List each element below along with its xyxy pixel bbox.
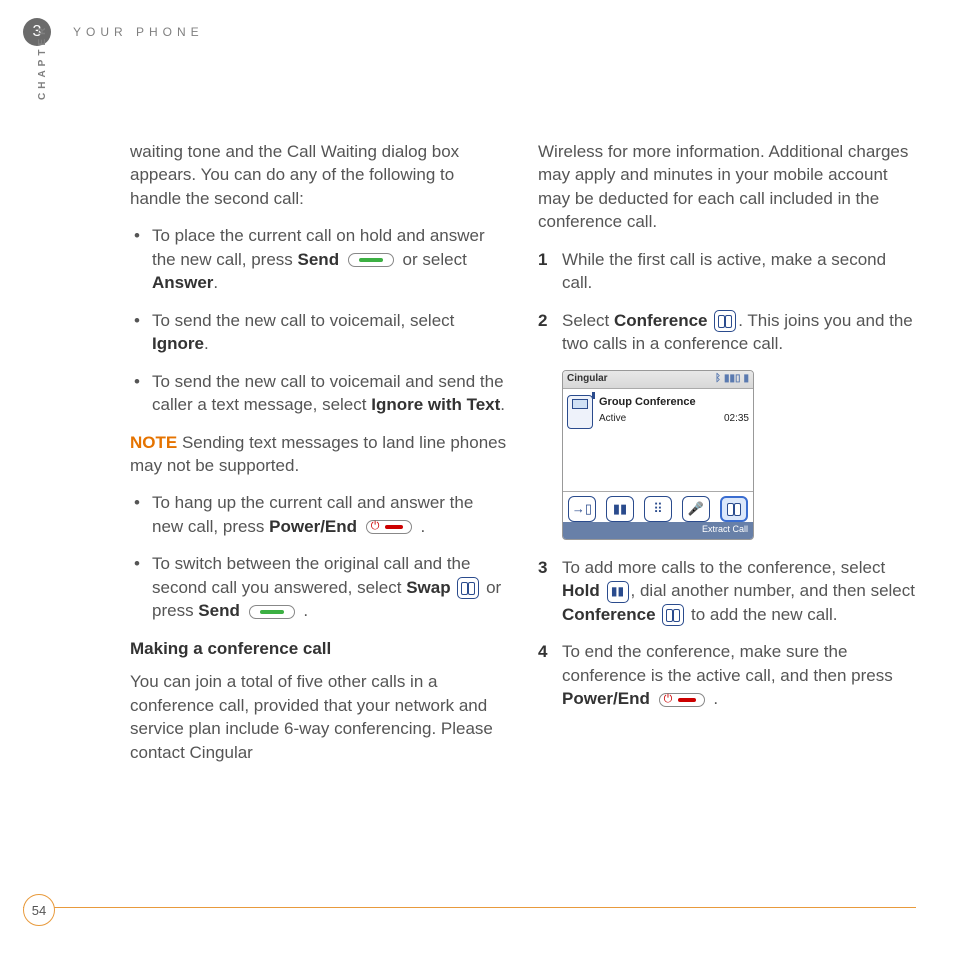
step-number: 2 — [538, 309, 547, 332]
text: , dial another number, and then select — [631, 581, 915, 600]
bold-text: Send — [198, 601, 240, 620]
list-item: To hang up the current call and answer t… — [130, 491, 508, 538]
list-item: To switch between the original call and … — [130, 552, 508, 622]
send-button-icon — [346, 252, 396, 268]
step-item: 3 To add more calls to the conference, s… — [538, 556, 916, 626]
text: . — [709, 689, 718, 708]
list-item: To send the new call to voicemail and se… — [130, 370, 508, 417]
page-number-badge: 54 — [23, 894, 55, 926]
bold-text: Send — [298, 250, 340, 269]
text: . — [416, 517, 425, 536]
text: Select — [562, 311, 614, 330]
bold-text: Ignore with Text — [371, 395, 500, 414]
text: . — [213, 273, 218, 292]
phone-body: Group Conference Active 02:35 — [563, 389, 753, 491]
running-head: YOUR PHONE — [73, 25, 204, 39]
subheading-conference: Making a conference call — [130, 637, 508, 660]
step-item: 1 While the first call is active, make a… — [538, 248, 916, 295]
text: . — [500, 395, 505, 414]
bold-text: Power/End — [562, 689, 650, 708]
bullet-list-b: To hang up the current call and answer t… — [130, 491, 508, 622]
send-button-icon — [247, 604, 297, 620]
extract-call-button[interactable] — [720, 496, 748, 522]
step-number: 4 — [538, 640, 547, 663]
call-status: Active — [599, 412, 626, 426]
step-item: 2 Select Conference . This joins you and… — [538, 309, 916, 356]
phone-titlebar: Cingular ᛒ ▮▮▯ ▮ — [563, 371, 753, 389]
bullet-list-a: To place the current call on hold and an… — [130, 224, 508, 416]
call-title: Group Conference — [599, 395, 749, 410]
call-duration: 02:35 — [724, 412, 749, 426]
power-end-button-icon — [364, 519, 414, 535]
bluetooth-icon: ᛒ — [715, 372, 721, 386]
bold-text: Swap — [406, 578, 450, 597]
note-text: Sending text messages to land line phone… — [130, 433, 506, 475]
bold-text: Power/End — [269, 517, 357, 536]
swap-button-icon — [457, 577, 479, 599]
intro-paragraph: waiting tone and the Call Waiting dialog… — [130, 140, 508, 210]
bold-text: Hold — [562, 581, 600, 600]
selected-button-caption: Extract Call — [563, 522, 753, 538]
list-item: To place the current call on hold and an… — [130, 224, 508, 294]
call-info: Group Conference Active 02:35 — [599, 395, 749, 485]
note-label: NOTE — [130, 433, 177, 452]
step-number: 1 — [538, 248, 547, 271]
page-header: 3 YOUR PHONE — [23, 18, 204, 46]
text: While the first call is active, make a s… — [562, 250, 886, 292]
hold-button[interactable]: ▮▮ — [606, 496, 634, 522]
phone-toolbar: →▯ ▮▮ ⠿ 🎤 Extract Call — [563, 491, 753, 539]
conference-intro-paragraph: You can join a total of five other calls… — [130, 670, 508, 764]
text: to add the new call. — [686, 605, 837, 624]
conference-button-icon — [714, 310, 736, 332]
text: . — [204, 334, 209, 353]
numbered-steps-cont: 3 To add more calls to the conference, s… — [538, 556, 916, 711]
carrier-label: Cingular — [567, 372, 608, 386]
bold-text: Ignore — [152, 334, 204, 353]
power-end-button-icon — [657, 692, 707, 708]
bold-text: Conference — [614, 311, 708, 330]
numbered-steps: 1 While the first call is active, make a… — [538, 248, 916, 356]
text: To end the conference, make sure the con… — [562, 642, 893, 684]
signal-icon: ▮▮▯ — [724, 372, 741, 386]
text: To send the new call to voicemail, selec… — [152, 311, 454, 330]
bold-text: Answer — [152, 273, 213, 292]
phone-screenshot: Cingular ᛒ ▮▮▯ ▮ Group Conference Active… — [562, 370, 754, 540]
mute-button[interactable]: 🎤 — [682, 496, 710, 522]
speaker-button[interactable]: →▯ — [568, 496, 596, 522]
battery-icon: ▮ — [743, 372, 749, 386]
status-icons: ᛒ ▮▮▯ ▮ — [715, 372, 749, 386]
call-phone-icon — [567, 395, 593, 429]
right-column: Wireless for more information. Additiona… — [538, 140, 916, 864]
dialpad-button[interactable]: ⠿ — [644, 496, 672, 522]
chapter-side-label: CHAPTER — [37, 24, 48, 100]
step-number: 3 — [538, 556, 547, 579]
bold-text: Conference — [562, 605, 656, 624]
text: or select — [403, 250, 467, 269]
continuation-paragraph: Wireless for more information. Additiona… — [538, 140, 916, 234]
page-content: waiting tone and the Call Waiting dialog… — [130, 140, 916, 864]
left-column: waiting tone and the Call Waiting dialog… — [130, 140, 508, 864]
note-paragraph: NOTE Sending text messages to land line … — [130, 431, 508, 478]
footer-rule — [23, 907, 916, 908]
step-item: 4 To end the conference, make sure the c… — [538, 640, 916, 710]
list-item: To send the new call to voicemail, selec… — [130, 309, 508, 356]
text: . — [299, 601, 308, 620]
text: To add more calls to the conference, sel… — [562, 558, 885, 577]
conference-button-icon — [662, 604, 684, 626]
hold-button-icon: ▮▮ — [607, 581, 629, 603]
